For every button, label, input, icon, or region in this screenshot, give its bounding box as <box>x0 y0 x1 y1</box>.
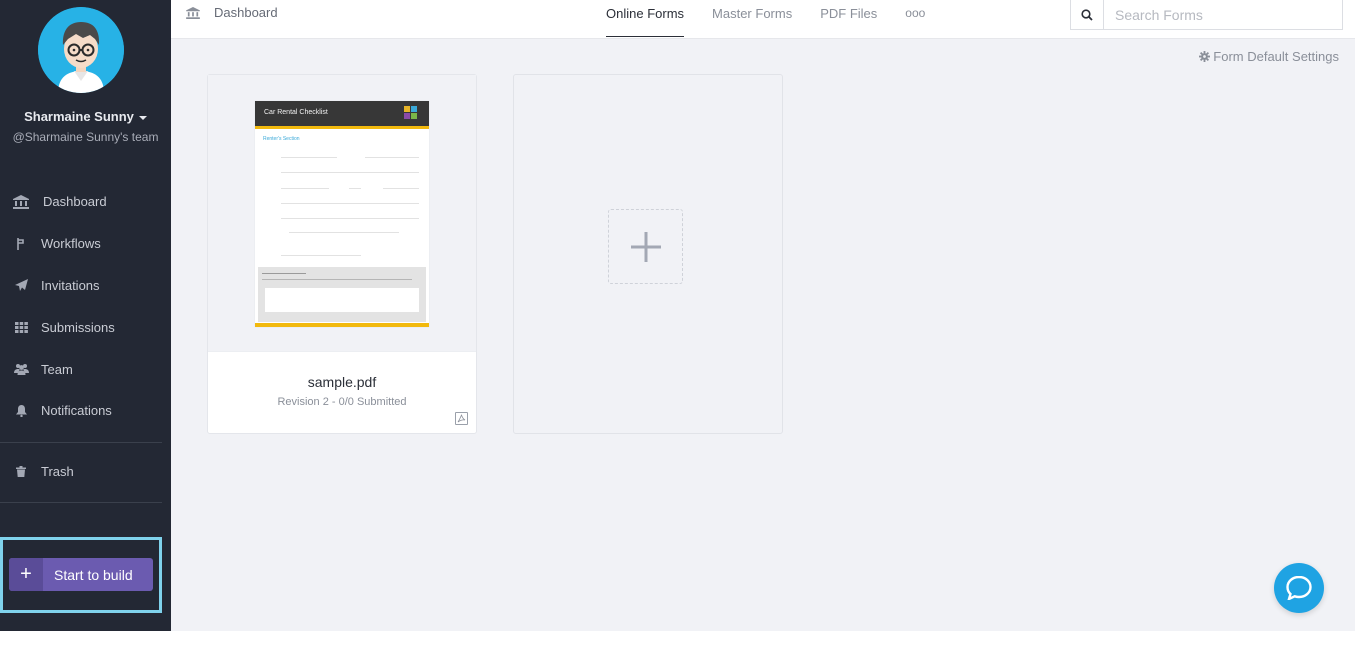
preview-grey-section <box>258 267 426 322</box>
trash-icon <box>12 466 30 478</box>
form-default-settings-label: Form Default Settings <box>1213 49 1339 64</box>
add-form-card <box>513 74 783 434</box>
start-to-build-highlight: + Start to build <box>0 537 162 613</box>
preview-accent-bar <box>255 126 429 129</box>
preview-bottom-bar <box>255 323 429 327</box>
form-default-settings-link[interactable]: Form Default Settings <box>1199 49 1339 64</box>
user-name-text: Sharmaine Sunny <box>24 109 134 124</box>
sidebar-item-label: Trash <box>41 464 74 480</box>
preview-field-line <box>281 255 361 256</box>
sidebar-divider <box>0 502 162 503</box>
preview-logo <box>404 106 418 120</box>
user-team: @Sharmaine Sunny's team <box>12 130 159 144</box>
sidebar-item-label: Workflows <box>41 236 101 252</box>
breadcrumb-label: Dashboard <box>214 5 278 20</box>
pdf-icon <box>455 412 468 425</box>
sidebar-item-label: Invitations <box>41 277 100 293</box>
sidebar-trash-section: Trash <box>0 451 171 493</box>
sidebar-item-label: Dashboard <box>43 194 107 210</box>
form-thumbnail[interactable]: Car Rental Checklist Renter's Section <box>208 75 476 352</box>
plus-icon <box>630 231 661 262</box>
sidebar-item-submissions[interactable]: Submissions <box>0 306 171 348</box>
search-box <box>1070 0 1343 30</box>
breadcrumb[interactable]: Dashboard <box>186 5 278 20</box>
gear-icon <box>1199 51 1211 62</box>
start-to-build-button[interactable]: + Start to build <box>9 558 153 591</box>
users-icon <box>12 363 30 376</box>
form-meta: Revision 2 - 0/0 Submitted <box>277 396 407 408</box>
tab-master-forms[interactable]: Master Forms <box>712 0 792 37</box>
sidebar-item-invitations[interactable]: Invitations <box>0 265 171 307</box>
main-content: Form Default Settings Car Rental Checkli… <box>171 39 1355 631</box>
preview-field-line <box>281 203 419 204</box>
grid-icon <box>12 321 30 333</box>
bell-icon <box>12 404 30 417</box>
preview-section-heading: Renter's Section <box>263 136 300 142</box>
sidebar-item-notifications[interactable]: Notifications <box>0 390 171 432</box>
search-input[interactable] <box>1104 0 1342 29</box>
preview-field-line <box>262 273 306 274</box>
app-root: Sharmaine Sunny @Sharmaine Sunny's team … <box>0 0 1355 651</box>
preview-field-line <box>349 188 361 189</box>
tab-online-forms[interactable]: Online Forms <box>606 0 685 37</box>
plus-icon: + <box>9 558 43 591</box>
top-bar: Dashboard Online Forms Master Forms PDF … <box>171 0 1355 39</box>
caret-down-icon <box>138 115 147 120</box>
preview-field-line <box>281 218 419 219</box>
preview-text-area <box>265 288 419 312</box>
preview-field-line <box>365 157 419 158</box>
preview-field-line <box>281 188 329 189</box>
sidebar-item-label: Notifications <box>41 403 112 419</box>
preview-field-line <box>281 157 337 158</box>
preview-header: Car Rental Checklist <box>255 101 429 126</box>
form-file-name[interactable]: sample.pdf <box>208 374 476 390</box>
chat-button[interactable] <box>1274 563 1324 613</box>
preview-field-line <box>262 279 412 280</box>
sidebar-item-team[interactable]: Team <box>0 348 171 390</box>
avatar[interactable] <box>38 7 124 93</box>
bank-icon <box>12 194 30 209</box>
form-card[interactable]: Car Rental Checklist Renter's Section sa… <box>207 74 477 434</box>
preview-field-line <box>289 232 399 233</box>
sidebar-item-label: Team <box>41 361 73 377</box>
preview-field-line <box>383 188 419 189</box>
tab-pdf-files[interactable]: PDF Files <box>820 0 877 37</box>
user-name[interactable]: Sharmaine Sunny <box>0 109 171 124</box>
tab-more[interactable]: ooo <box>905 0 925 37</box>
workflow-icon <box>12 237 30 250</box>
sidebar-divider <box>0 442 162 443</box>
sidebar-item-dashboard[interactable]: Dashboard <box>0 181 171 223</box>
preview-field-line <box>281 172 419 173</box>
sidebar-nav: Dashboard Workflows Invitations Submissi… <box>0 181 171 432</box>
sidebar-item-trash[interactable]: Trash <box>0 451 171 493</box>
paper-plane-icon <box>12 279 30 292</box>
preview-title: Car Rental Checklist <box>264 109 328 116</box>
start-to-build-label: Start to build <box>54 566 133 583</box>
sidebar-item-workflows[interactable]: Workflows <box>0 223 171 265</box>
sidebar: Sharmaine Sunny @Sharmaine Sunny's team … <box>0 0 171 631</box>
chat-bubble-icon <box>1286 576 1312 600</box>
tabs: Online Forms Master Forms PDF Files ooo <box>606 0 953 39</box>
pdf-preview: Car Rental Checklist Renter's Section <box>255 101 429 327</box>
sidebar-item-label: Submissions <box>41 319 115 335</box>
bank-icon <box>186 6 200 19</box>
search-icon <box>1081 8 1093 21</box>
add-form-button[interactable] <box>608 209 683 284</box>
search-button[interactable] <box>1071 0 1104 29</box>
